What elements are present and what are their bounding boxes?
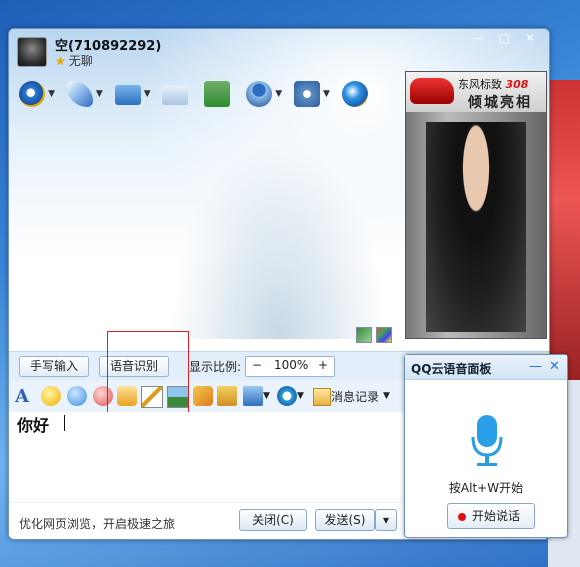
- minimize-button[interactable]: —: [529, 359, 542, 374]
- settings-button[interactable]: ▼: [290, 79, 330, 109]
- chevron-down-icon[interactable]: ▼: [297, 391, 304, 401]
- chevron-down-icon[interactable]: ▼: [144, 89, 151, 99]
- text-caret: [64, 415, 65, 431]
- close-icon[interactable]: ✕: [549, 359, 560, 374]
- skin-icon[interactable]: [376, 327, 392, 343]
- voice-call-button[interactable]: ▼: [63, 79, 103, 109]
- microphone-icon: [66, 81, 93, 107]
- emoji-icon[interactable]: [41, 386, 61, 406]
- browser-button[interactable]: [338, 79, 372, 109]
- contact-status: ★ 无聊: [55, 52, 93, 69]
- send-options-button[interactable]: ▾: [375, 509, 397, 531]
- start-speaking-button[interactable]: 开始说话: [447, 503, 535, 529]
- record-icon: [458, 512, 466, 521]
- microphone-icon: [471, 415, 503, 466]
- chevron-down-icon[interactable]: ▼: [48, 89, 55, 99]
- highlight-box: [107, 331, 189, 423]
- input-text: 你好: [17, 416, 50, 435]
- gift-icon[interactable]: [217, 386, 237, 406]
- webcam-icon: [19, 81, 45, 107]
- add-group-icon: [204, 81, 231, 107]
- close-button[interactable]: 关闭(C): [239, 509, 307, 531]
- video-call-button[interactable]: ▼: [15, 79, 55, 109]
- person-icon: [246, 81, 273, 107]
- send-email-button[interactable]: [158, 79, 192, 109]
- snow-scene-decoration: [169, 139, 389, 339]
- car-image: [410, 78, 454, 104]
- chevron-down-icon[interactable]: ▼: [263, 391, 270, 401]
- ad-line1-text: 东风标致: [458, 78, 502, 91]
- mail-icon: [162, 85, 189, 105]
- screenshot-icon[interactable]: [243, 386, 263, 406]
- send-file-button[interactable]: ▼: [111, 79, 151, 109]
- window-controls: — □ ✕: [467, 31, 541, 45]
- folder-icon: [114, 85, 141, 105]
- show-avatar-image: [426, 122, 526, 332]
- search-icon[interactable]: [277, 386, 297, 406]
- font-icon[interactable]: A: [15, 386, 35, 407]
- advertisement-panel[interactable]: 东风标致 308 倾城亮相: [405, 71, 547, 339]
- status-text: 无聊: [68, 54, 93, 68]
- create-group-button[interactable]: [200, 79, 234, 109]
- voice-panel-header: QQ云语音面板 — ✕: [405, 355, 567, 380]
- star-icon: ★: [55, 54, 66, 68]
- main-toolbar: ▼ ▼ ▼ ▼ ▼: [15, 79, 376, 111]
- gear-icon: [293, 81, 320, 107]
- maximize-button[interactable]: □: [493, 31, 515, 45]
- music-icon[interactable]: [193, 386, 213, 406]
- ad-line1-num: 308: [505, 78, 529, 91]
- handwriting-input-button[interactable]: 手写输入: [19, 356, 89, 377]
- history-icon[interactable]: [313, 388, 331, 406]
- zoom-label: 显示比例:: [189, 360, 242, 374]
- chevron-down-icon[interactable]: ▼: [96, 89, 103, 99]
- chevron-down-icon[interactable]: ▼: [323, 89, 330, 99]
- ad-line1: 东风标致 308: [458, 76, 528, 92]
- message-history-button[interactable]: 消息记录: [331, 388, 379, 405]
- footer-tip[interactable]: 优化网页浏览，开启极速之旅: [19, 515, 175, 532]
- desktop-background-red: [548, 80, 580, 380]
- app-button[interactable]: ▼: [242, 79, 282, 109]
- voice-hint: 按Alt+W开始: [448, 481, 524, 495]
- zoom-control: − 100% +: [245, 356, 335, 377]
- voice-panel-title: QQ云语音面板: [411, 362, 492, 376]
- avatar[interactable]: [17, 37, 47, 67]
- zoom-value: 100%: [274, 358, 309, 372]
- chevron-down-icon[interactable]: ▼: [275, 89, 282, 99]
- voice-panel: QQ云语音面板 — ✕ 按Alt+W开始 开始说话: [404, 354, 568, 538]
- zoom-out-button[interactable]: −: [252, 358, 262, 372]
- ad-line2: 倾城亮相: [468, 95, 532, 111]
- chevron-down-icon[interactable]: ▼: [383, 391, 390, 401]
- close-window-button[interactable]: ✕: [519, 31, 541, 45]
- globe-icon: [341, 81, 368, 107]
- start-speaking-label: 开始说话: [472, 509, 521, 523]
- magic-face-icon[interactable]: [67, 386, 87, 406]
- send-button[interactable]: 发送(S): [315, 509, 375, 531]
- minimize-button[interactable]: —: [467, 31, 489, 45]
- zoom-in-button[interactable]: +: [318, 358, 328, 372]
- panel-toggle-icons: [352, 327, 392, 346]
- expand-icon[interactable]: [356, 327, 372, 343]
